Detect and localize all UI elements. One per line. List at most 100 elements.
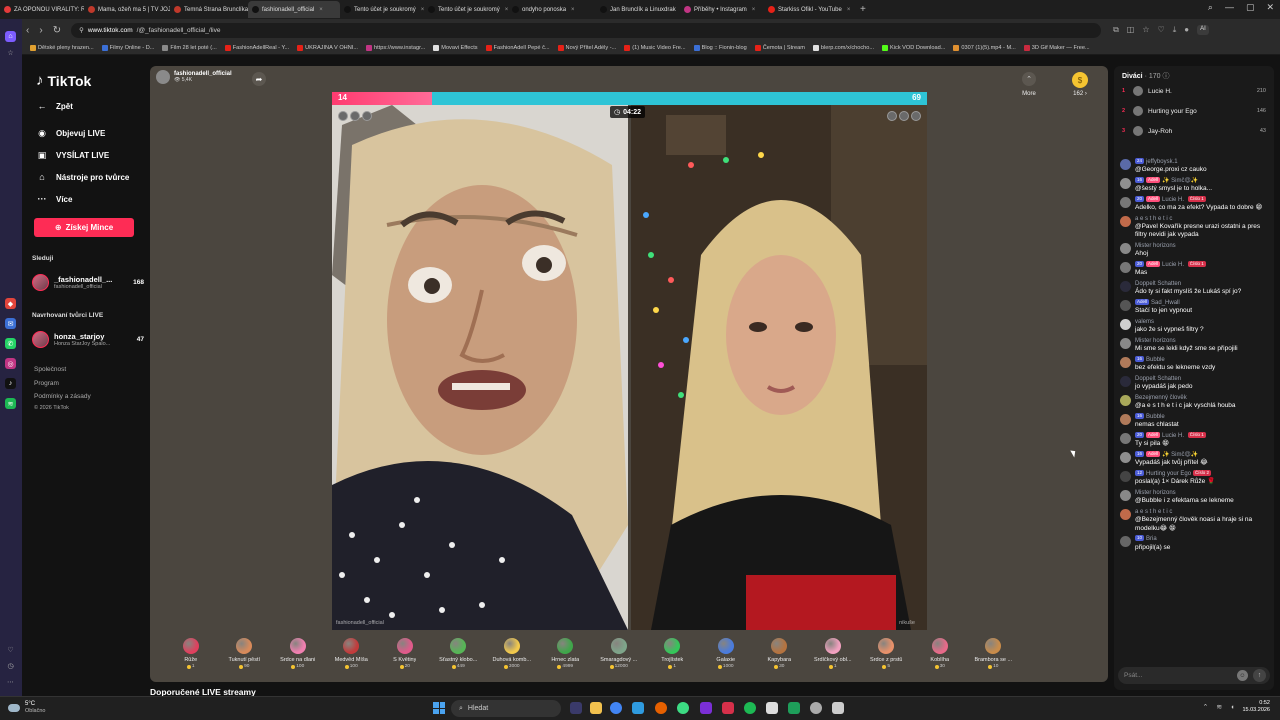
coin-balance[interactable]: $ 162 › [1072,72,1088,97]
gift-item[interactable]: Růže 1 [164,632,218,669]
chat-username[interactable]: Mister horizons [1135,243,1176,249]
chevron-up-icon[interactable]: ⌃ [1202,703,1208,711]
bookmark-item[interactable]: FashionAdell Pepé č... [485,44,550,51]
chat-username[interactable]: Bezejmenný člověk [1135,395,1187,401]
tiktok-logo[interactable]: ♪ TikTok [36,72,91,89]
browser-tab[interactable]: fashionadell_official × [248,1,340,18]
gift-item[interactable]: Kapybara 30 [753,632,807,669]
reload-icon[interactable]: ↻ [53,25,61,36]
chat-message[interactable]: a e s t h e t i c @Bezejmenný člověk noas… [1120,508,1270,533]
chat-username[interactable]: Sad_Hwall [1151,300,1180,306]
screenshot-icon[interactable]: ◫ [1127,25,1135,35]
volume-icon[interactable]: ◖ [1230,704,1234,711]
chat-input[interactable]: Psát... ☺ ↑ [1118,667,1270,684]
send-icon[interactable]: ↑ [1253,669,1266,682]
extension-icon[interactable]: ⧉ [1113,25,1119,35]
get-coins-button[interactable]: ⊕ Získej Mince [34,218,134,237]
chat-message[interactable]: 16 Bubble nemas chlastat [1120,413,1270,429]
bookmark-item[interactable]: (1) Music Video Fre... [624,44,686,51]
task-view-icon[interactable] [570,702,582,714]
gift-item[interactable]: Galaxie 1000 [699,632,753,669]
back-icon[interactable]: ‹ [26,25,29,36]
bookmark-item[interactable]: Movavi Effects [433,44,478,51]
chat-message[interactable]: Adell Sad_Hwall Stačí to jen vypnout [1120,299,1270,315]
url-field[interactable]: ⚲ www.tiktok.com/@_fashionadell_official… [71,22,1102,38]
chat-username[interactable]: a e s t h e t i c [1135,216,1172,222]
chat-message[interactable]: Doppelt Schatten jo vypadáš jak pedo [1120,375,1270,391]
sidebar-item-creator-tools[interactable]: ⌂ Nástroje pro tvůrce [36,172,129,182]
start-icon[interactable] [433,702,445,714]
messenger-icon[interactable]: ✉ [5,318,16,329]
bookmark-item[interactable]: UKRAJINA V OHNI... [297,44,358,51]
close-tab-icon[interactable]: × [847,7,851,13]
app-icon[interactable] [832,702,844,714]
browser-tab[interactable]: Tento účet je soukromý × [424,1,508,18]
close-tab-icon[interactable]: × [571,7,575,13]
browser-icon[interactable] [677,702,689,714]
chat-message[interactable]: 10 Bria připojil(a) se [1120,535,1270,551]
whatsapp-icon[interactable]: ✆ [5,338,16,349]
browser-tab[interactable]: Temná Strana Brunclíka!× [170,1,248,18]
chat-message[interactable]: 16 Adell ✨ Simč😍✨ @šestý smysl je to holka.… [1120,177,1270,193]
footer-terms[interactable]: Podmínky a zásady [34,393,91,400]
gift-item[interactable]: Tuknutí pěstí 90 [218,632,272,669]
sidebar-item-explore-live[interactable]: ◉ Objevuj LIVE [36,128,105,139]
profile-icon[interactable]: ● [1184,25,1189,35]
sidebar-item-more[interactable]: ··· Více [36,194,73,204]
suggested-account[interactable]: honza_starjoy Honza StarJoy Spalo... 47 [32,331,144,348]
minimize-icon[interactable]: — [1225,2,1234,13]
chat-username[interactable]: Bria [1146,536,1157,542]
opera-icon[interactable] [722,702,734,714]
chat-username[interactable]: Lucie H. [1162,433,1186,439]
chat-message[interactable]: Mister horizons Ahoj [1120,242,1270,258]
close-window-icon[interactable]: ✕ [1266,2,1274,13]
more-gifts-button[interactable]: ⌃ More [1022,72,1036,97]
chat-message[interactable]: valems jako že si vypneš filtry ? [1120,318,1270,334]
back-link[interactable]: ← Zpět [36,101,73,111]
app-icon[interactable] [766,702,778,714]
new-tab-button[interactable]: + [856,4,870,15]
chat-message[interactable]: 20 Adell Lucie H. Číslo 1 Mas [1120,261,1270,277]
ai-button[interactable]: AI [1197,25,1209,35]
spotify-icon[interactable]: ≋ [5,398,16,409]
bookmark-item[interactable]: 0307 (1)(5).mp4 - M... [953,44,1016,51]
gift-item[interactable]: Brambora se ... 10 [967,632,1021,669]
forward-icon[interactable]: › [39,25,42,36]
live-player[interactable]: fashionadell_official 👁 5,4K ➦ 14 69 fas… [150,66,1108,682]
chat-message[interactable]: Doppelt Schatten Ádo ty si fakt myslíš že… [1120,280,1270,296]
taskbar-search[interactable]: ⌕ Hledat [451,700,561,717]
browser-tab[interactable]: Starkiss Ofikl - YouTube × [764,1,856,18]
bookmark-item[interactable]: FashionAdellReal - Y... [224,44,289,51]
weather-widget[interactable]: 5°C Oblačno [8,701,46,715]
emoji-icon[interactable]: ☺ [1237,670,1248,681]
gift-item[interactable]: Smaragdový ... 12000 [592,632,646,669]
instagram-icon[interactable]: ◎ [5,358,16,369]
footer-company[interactable]: Společnost [34,366,66,373]
close-tab-icon[interactable]: × [752,7,756,13]
footer-program[interactable]: Program [34,380,59,387]
share-icon[interactable]: ➦ [252,72,266,86]
star-icon[interactable]: ☆ [5,47,16,58]
firefox-icon[interactable] [655,702,667,714]
chat-message[interactable]: 20 Adell Lucie H. Číslo 1 Ty si pila 😁 [1120,432,1270,448]
bookmark-item[interactable]: Čemota | Stream [754,44,805,51]
heart-icon[interactable]: ♡ [5,644,16,655]
browser-tab[interactable]: Tento účet je soukromý × [340,1,424,18]
browser-icon[interactable] [700,702,712,714]
chat-message[interactable]: Bezejmenný člověk @a e s t h e t i c jak … [1120,394,1270,410]
bookmark-item[interactable]: Kick VOD Download... [882,44,945,51]
spotify-icon[interactable] [744,702,756,714]
chat-username[interactable]: Mister horizons [1135,338,1176,344]
gift-item[interactable]: Hrnec zlata 4999 [539,632,593,669]
gift-item[interactable]: Trojlístek 1 [646,632,700,669]
chat-username[interactable]: jeffyboysk.1 [1146,159,1178,165]
host-supporters[interactable] [338,111,372,121]
chat-username[interactable]: Lucie H. [1162,197,1186,203]
chat-message[interactable]: 12 Hurting your Ego Číslo 2 poslal(a) 1× Dá… [1120,470,1270,486]
search-tabs-icon[interactable]: ⌕ [1208,2,1213,13]
chat-username[interactable]: Bubble [1146,414,1165,420]
heart-icon[interactable]: ♡ [1158,25,1165,35]
chat-username[interactable]: Doppelt Schatten [1135,281,1181,287]
bookmark-item[interactable]: Blog :: Fionin-blog [693,44,747,51]
app-icon[interactable]: ◆ [5,298,16,309]
